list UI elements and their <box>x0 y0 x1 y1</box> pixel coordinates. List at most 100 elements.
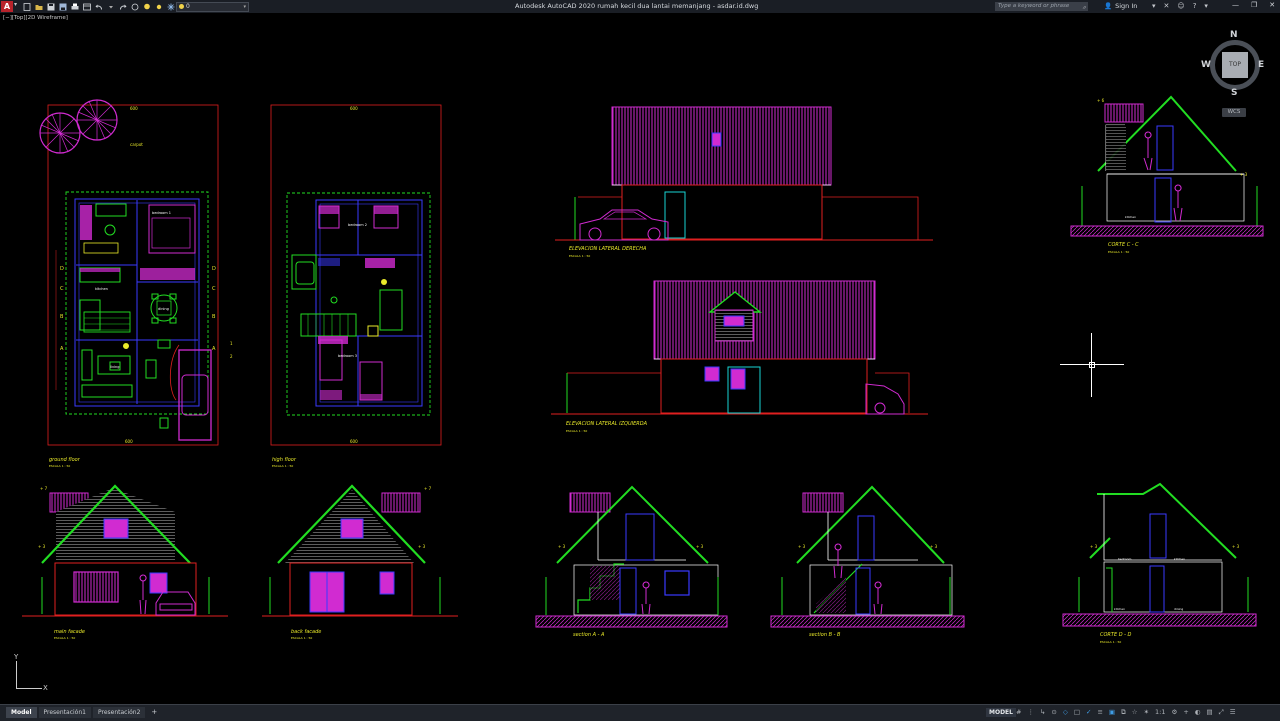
svg-text:kitchen: kitchen <box>1114 607 1125 611</box>
svg-text:bedroom 1: bedroom 1 <box>152 211 171 215</box>
ucs-x-label: X <box>43 684 48 692</box>
scale-corte-c: ESCALA 1 : 50 <box>1108 250 1129 254</box>
gear-icon[interactable]: ⚙ <box>1171 708 1177 717</box>
tab-presentacion1[interactable]: Presentación1 <box>38 707 91 718</box>
svg-text:+ 7: + 7 <box>40 486 48 491</box>
selection-cycling-icon[interactable]: ⧉ <box>1121 708 1126 717</box>
svg-text:A: A <box>212 346 216 352</box>
viewcube[interactable]: TOP N S E W <box>1200 30 1270 100</box>
plus-icon[interactable]: + <box>1183 708 1188 717</box>
svg-text:+ 3: + 3 <box>696 544 704 549</box>
label-back-facade: back facade <box>291 629 321 635</box>
viewcube-top-face[interactable]: TOP <box>1222 52 1248 78</box>
section-d-d: bedroom kitchen kitchen dining + 3 + 3 <box>1062 482 1257 627</box>
pickbox <box>1089 362 1095 368</box>
snap-icon[interactable]: ⋮ <box>1027 708 1034 717</box>
label-elev-right: ELEVACION LATERAL DERECHA <box>569 246 647 252</box>
tab-model[interactable]: Model <box>6 707 37 718</box>
ortho-icon[interactable]: ↳ <box>1040 708 1045 717</box>
grid-icon[interactable]: # <box>1016 708 1021 717</box>
svg-text:600: 600 <box>130 106 138 111</box>
label-corte-c: CORTE C - C <box>1108 242 1139 248</box>
svg-text:C: C <box>212 286 216 292</box>
transparency-icon[interactable]: ▣ <box>1109 708 1115 717</box>
svg-text:dining: dining <box>158 307 169 311</box>
clean-screen-icon[interactable]: ⤢ <box>1219 708 1224 717</box>
layout-tabs: Model Presentación1 Presentación2 + <box>6 707 161 718</box>
svg-text:bedroom 2: bedroom 2 <box>348 223 367 227</box>
label-corte-d: CORTE D - D <box>1100 632 1132 638</box>
tab-presentacion2[interactable]: Presentación2 <box>92 707 146 718</box>
ucs-y-axis <box>16 661 17 689</box>
compass-east[interactable]: E <box>1258 60 1264 70</box>
isolate-objects-icon[interactable]: ◐ <box>1195 708 1201 717</box>
svg-text:+ 3: + 3 <box>418 544 426 549</box>
svg-text:+ 3: + 3 <box>38 544 46 549</box>
ucs-icon: Y X <box>13 653 48 693</box>
label-section-b: section B - B <box>809 632 841 638</box>
isodraft-icon[interactable]: ◇ <box>1063 708 1068 717</box>
svg-text:kitchen: kitchen <box>95 287 108 291</box>
svg-text:+ 3: + 3 <box>1090 544 1098 549</box>
status-bar: Model Presentación1 Presentación2 + MODE… <box>0 704 1280 721</box>
add-layout-icon[interactable]: + <box>147 707 161 718</box>
main-facade: + 7 + 3 <box>22 484 228 617</box>
svg-text:D: D <box>212 266 216 272</box>
svg-text:kitchen: kitchen <box>1125 215 1136 219</box>
section-a-a: + 3 + 3 <box>535 485 728 628</box>
scale-back-facade: ESCALA 1 : 50 <box>291 636 312 640</box>
svg-text:2: 2 <box>230 354 233 359</box>
high-floor-plan: 600 600 bedroom 2 bedroom 3 <box>270 104 442 446</box>
svg-text:living: living <box>110 365 119 369</box>
svg-text:+ 3: + 3 <box>798 544 806 549</box>
left-elevation <box>551 280 928 415</box>
svg-text:+ 3: + 3 <box>1232 544 1240 549</box>
customization-icon[interactable]: ☰ <box>1230 708 1236 717</box>
polar-icon[interactable]: ⊙ <box>1051 708 1056 717</box>
svg-text:D: D <box>60 266 64 272</box>
scale-high-floor: ESCALA 1 : 50 <box>272 464 293 468</box>
scale-elev-left: ESCALA 1 : 50 <box>566 429 587 433</box>
label-elev-left: ELEVACION LATERAL IZQUIERDA <box>566 421 648 427</box>
compass-north[interactable]: N <box>1230 30 1238 40</box>
svg-text:dining: dining <box>1174 607 1183 611</box>
scale-corte-d: ESCALA 1 : 50 <box>1100 640 1121 644</box>
status-toggles: # ⋮ ↳ ⊙ ◇ □ ✓ ≡ ▣ ⧉ ☆ ✶ 1:1 ⚙ + ◐ ▤ ⤢ ☰ <box>1016 708 1236 717</box>
compass-south[interactable]: S <box>1231 88 1237 98</box>
svg-text:carpot: carpot <box>130 142 143 147</box>
svg-text:+ 3: + 3 <box>558 544 566 549</box>
wcs-menu[interactable]: WCS <box>1222 108 1246 117</box>
annotation-scale-icon[interactable]: ✶ <box>1144 708 1149 717</box>
right-elevation <box>555 106 933 241</box>
svg-text:600: 600 <box>125 439 133 444</box>
annotation-scale-value[interactable]: 1:1 <box>1155 708 1165 717</box>
section-c-c: + 6 + 3 kitchen <box>1070 95 1264 237</box>
crosshair-cursor <box>1060 333 1124 397</box>
osnap-tracking-icon[interactable]: ✓ <box>1086 708 1091 717</box>
svg-text:+ 6: + 6 <box>1097 98 1105 103</box>
scale-elev-right: ESCALA 1 : 50 <box>569 254 590 258</box>
back-facade: + 7 + 3 <box>262 484 458 617</box>
svg-text:kitchen: kitchen <box>1174 557 1185 561</box>
svg-text:+ 3: + 3 <box>1240 172 1248 177</box>
label-ground-floor: ground floor <box>49 457 81 463</box>
object-snap-icon[interactable]: □ <box>1074 708 1080 717</box>
lineweight-icon[interactable]: ≡ <box>1097 708 1102 717</box>
ucs-y-label: Y <box>14 653 19 661</box>
ground-floor-plan: 600 600 carpot bedroom 1 dining living k… <box>39 99 233 446</box>
hardware-acceleration-icon[interactable]: ▤ <box>1206 708 1212 717</box>
scale-ground-floor: ESCALA 1 : 50 <box>49 464 70 468</box>
svg-text:600: 600 <box>350 106 358 111</box>
tree-symbol-2 <box>76 99 118 141</box>
svg-text:A: A <box>60 346 64 352</box>
annotation-visibility-icon[interactable]: ☆ <box>1132 708 1138 717</box>
compass-west[interactable]: W <box>1201 60 1211 70</box>
svg-text:bedroom 3: bedroom 3 <box>338 354 357 358</box>
ucs-x-axis <box>16 688 42 689</box>
svg-text:bedroom: bedroom <box>1118 557 1131 561</box>
svg-text:+ 7: + 7 <box>424 486 432 491</box>
svg-text:+ 3: + 3 <box>930 544 938 549</box>
model-space-button[interactable]: MODEL <box>986 708 1016 717</box>
car-elevation-right <box>579 209 669 241</box>
section-b-b: + 3 + 3 <box>770 485 965 628</box>
